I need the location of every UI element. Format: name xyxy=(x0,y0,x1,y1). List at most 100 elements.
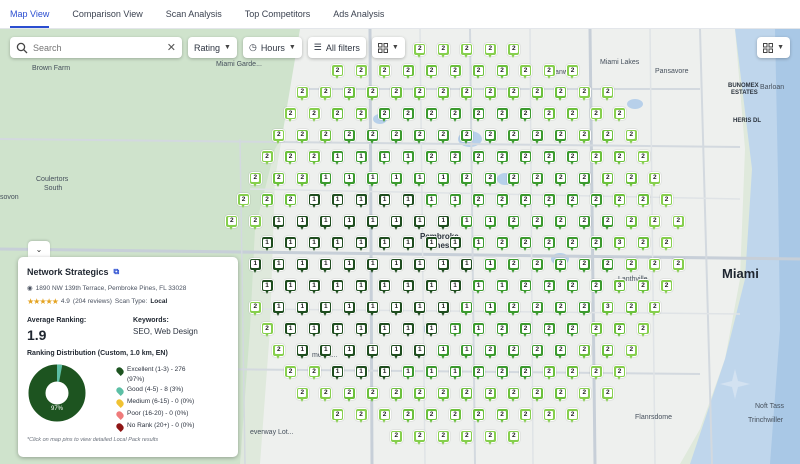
rank-pin[interactable]: 1 xyxy=(378,236,391,252)
rank-pin[interactable]: 1 xyxy=(448,365,462,381)
rank-pin[interactable]: 2 xyxy=(624,214,638,231)
rank-pin[interactable]: 2 xyxy=(589,236,603,252)
rank-pin[interactable]: 2 xyxy=(295,85,309,102)
rank-pin[interactable]: 1 xyxy=(319,257,333,274)
rank-pin[interactable]: 2 xyxy=(401,64,415,80)
hours-filter-button[interactable]: ◷ Hours ▼ xyxy=(242,37,302,58)
rank-pin[interactable]: 2 xyxy=(554,214,568,231)
rank-pin[interactable]: 2 xyxy=(483,429,497,446)
rank-pin[interactable]: 2 xyxy=(660,279,673,295)
rank-pin[interactable]: 2 xyxy=(366,85,380,102)
rank-pin[interactable]: 2 xyxy=(648,300,662,317)
rank-pin[interactable]: 1 xyxy=(342,343,356,360)
rank-pin[interactable]: 2 xyxy=(425,408,438,424)
rank-pin[interactable]: 1 xyxy=(460,257,474,274)
rank-pin[interactable]: 2 xyxy=(601,257,615,274)
rank-pin[interactable]: 1 xyxy=(425,365,438,381)
rank-pin[interactable]: 1 xyxy=(260,236,274,252)
rank-pin[interactable]: 2 xyxy=(554,85,568,102)
rank-pin[interactable]: 2 xyxy=(483,42,497,59)
rank-pin[interactable]: 2 xyxy=(260,150,274,166)
rank-pin[interactable]: 2 xyxy=(519,322,532,338)
rank-pin[interactable]: 1 xyxy=(378,150,391,166)
rank-pin[interactable]: 2 xyxy=(425,64,438,80)
rank-pin[interactable]: 1 xyxy=(366,300,380,317)
rank-pin[interactable]: 1 xyxy=(448,193,462,209)
rank-pin[interactable]: 2 xyxy=(542,279,556,295)
rank-pin[interactable]: 2 xyxy=(530,128,544,145)
rank-pin[interactable]: 3 xyxy=(613,279,626,295)
rank-pin[interactable]: 2 xyxy=(483,386,497,403)
rank-pin[interactable]: 2 xyxy=(495,365,509,381)
rank-pin[interactable]: 2 xyxy=(472,365,485,381)
rank-pin[interactable]: 2 xyxy=(566,279,579,295)
rank-pin[interactable]: 2 xyxy=(577,171,591,188)
rank-pin[interactable]: 2 xyxy=(495,236,509,252)
rank-pin[interactable]: 2 xyxy=(530,386,544,403)
rank-pin[interactable]: 2 xyxy=(354,107,368,123)
rank-pin[interactable]: 1 xyxy=(319,343,333,360)
rank-pin[interactable]: 1 xyxy=(331,322,344,338)
rank-pin[interactable]: 1 xyxy=(319,214,333,231)
tab-map-view[interactable]: Map View xyxy=(10,9,50,28)
rank-pin[interactable]: 2 xyxy=(295,171,309,188)
rank-pin[interactable]: 2 xyxy=(507,386,521,403)
rank-pin[interactable]: 2 xyxy=(566,107,579,123)
rank-pin[interactable]: 2 xyxy=(284,365,297,381)
rank-pin[interactable]: 2 xyxy=(425,107,438,123)
rank-pin[interactable]: 2 xyxy=(566,408,579,424)
rank-pin[interactable]: 1 xyxy=(495,279,509,295)
rank-pin[interactable]: 2 xyxy=(542,150,556,166)
rank-pin[interactable]: 1 xyxy=(248,257,262,274)
rank-pin[interactable]: 2 xyxy=(272,343,286,360)
rank-pin[interactable]: 2 xyxy=(260,193,274,209)
rank-pin[interactable]: 2 xyxy=(542,322,556,338)
tab-scan-analysis[interactable]: Scan Analysis xyxy=(166,9,222,28)
rank-pin[interactable]: 2 xyxy=(507,128,521,145)
rank-pin[interactable]: 2 xyxy=(389,128,403,145)
rank-pin[interactable]: 2 xyxy=(577,128,591,145)
rank-pin[interactable]: 2 xyxy=(436,42,450,59)
rank-pin[interactable]: 2 xyxy=(319,128,333,145)
rank-pin[interactable]: 2 xyxy=(566,193,579,209)
rank-pin[interactable]: 2 xyxy=(248,171,262,188)
rank-pin[interactable]: 1 xyxy=(401,322,415,338)
rank-pin[interactable]: 1 xyxy=(389,300,403,317)
rank-pin[interactable]: 2 xyxy=(472,193,485,209)
rank-pin[interactable]: 1 xyxy=(460,214,474,231)
rank-pin[interactable]: 2 xyxy=(237,193,250,209)
rank-pin[interactable]: 1 xyxy=(436,257,450,274)
rank-pin[interactable]: 2 xyxy=(577,343,591,360)
rank-pin[interactable]: 2 xyxy=(519,408,532,424)
rank-pin[interactable]: 2 xyxy=(589,279,603,295)
rank-pin[interactable]: 2 xyxy=(483,171,497,188)
rank-pin[interactable]: 2 xyxy=(507,343,521,360)
rank-pin[interactable]: 2 xyxy=(530,257,544,274)
rank-pin[interactable]: 1 xyxy=(295,257,309,274)
rank-pin[interactable]: 2 xyxy=(648,214,662,231)
rank-pin[interactable]: 1 xyxy=(460,343,474,360)
rank-pin[interactable]: 1 xyxy=(366,171,380,188)
rank-pin[interactable]: 1 xyxy=(366,343,380,360)
rank-pin[interactable]: 1 xyxy=(378,279,391,295)
rank-pin[interactable]: 2 xyxy=(542,107,556,123)
rank-pin[interactable]: 1 xyxy=(413,257,427,274)
rank-pin[interactable]: 1 xyxy=(448,279,462,295)
rank-pin[interactable]: 1 xyxy=(295,300,309,317)
rank-pin[interactable]: 1 xyxy=(331,150,344,166)
rank-pin[interactable]: 1 xyxy=(483,214,497,231)
rank-pin[interactable]: 1 xyxy=(401,193,415,209)
rank-pin[interactable]: 1 xyxy=(284,322,297,338)
rank-pin[interactable]: 2 xyxy=(601,128,615,145)
rank-pin[interactable]: 2 xyxy=(307,107,321,123)
layout-toggle-button[interactable]: ▼ xyxy=(371,37,405,58)
rank-pin[interactable]: 1 xyxy=(483,300,497,317)
rank-pin[interactable]: 2 xyxy=(472,64,485,80)
rank-pin[interactable]: 2 xyxy=(284,150,297,166)
rank-pin[interactable]: 2 xyxy=(307,150,321,166)
rank-pin[interactable]: 2 xyxy=(366,128,380,145)
rank-pin[interactable]: 2 xyxy=(636,150,650,166)
rank-pin[interactable]: 2 xyxy=(284,107,297,123)
rank-pin[interactable]: 2 xyxy=(660,193,673,209)
rank-pin[interactable]: 1 xyxy=(472,322,485,338)
